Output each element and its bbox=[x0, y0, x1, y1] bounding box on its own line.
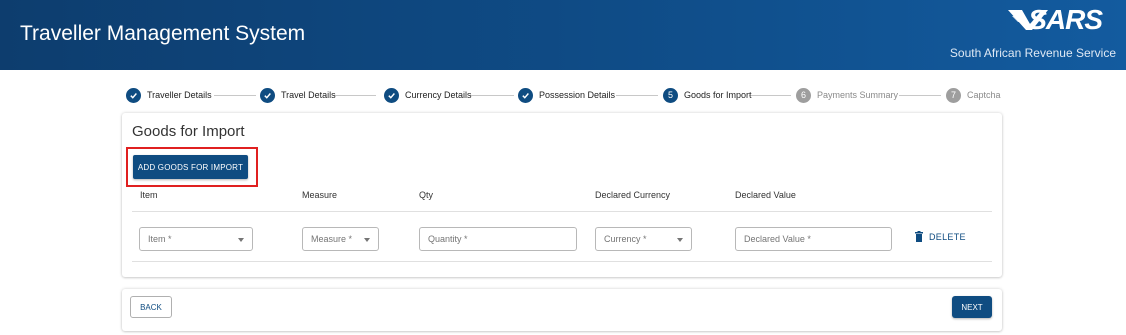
table-row-divider bbox=[132, 261, 992, 262]
step-travel-details[interactable]: Travel Details bbox=[260, 86, 336, 104]
declared-value-input-label: Declared Value * bbox=[744, 234, 811, 244]
step-traveller-details[interactable]: Traveller Details bbox=[126, 86, 212, 104]
step-label: Possession Details bbox=[539, 90, 616, 100]
goods-for-import-card: Goods for Import ADD GOODS FOR IMPORT It… bbox=[122, 113, 1002, 277]
section-title: Goods for Import bbox=[132, 123, 245, 140]
step-connector bbox=[616, 95, 658, 96]
navigation-footer: BACK NEXT bbox=[122, 289, 1002, 331]
add-goods-button[interactable]: ADD GOODS FOR IMPORT bbox=[133, 155, 248, 179]
check-icon bbox=[260, 87, 275, 103]
table-header-divider bbox=[132, 211, 992, 212]
step-connector bbox=[749, 95, 791, 96]
next-button[interactable]: NEXT bbox=[952, 296, 992, 318]
column-header-qty: Qty bbox=[419, 190, 434, 200]
column-header-item: Item bbox=[140, 190, 158, 200]
step-label: Traveller Details bbox=[147, 90, 212, 100]
chevron-down-icon bbox=[364, 238, 370, 242]
app-title: Traveller Management System bbox=[20, 22, 306, 45]
trash-icon bbox=[915, 231, 923, 242]
quantity-input[interactable]: Quantity * bbox=[419, 227, 577, 251]
step-payments-summary[interactable]: 6 Payments Summary bbox=[796, 86, 898, 104]
step-connector bbox=[214, 95, 256, 96]
check-icon bbox=[126, 87, 141, 103]
delete-label: DELETE bbox=[929, 231, 966, 242]
org-name: South African Revenue Service bbox=[949, 46, 1116, 60]
step-possession-details[interactable]: Possession Details bbox=[518, 86, 615, 104]
item-select-label: Item * bbox=[148, 234, 172, 244]
step-label: Payments Summary bbox=[817, 90, 899, 100]
measure-select-label: Measure * bbox=[311, 234, 353, 244]
currency-select-label: Currency * bbox=[604, 234, 647, 244]
quantity-input-label: Quantity * bbox=[428, 234, 468, 244]
step-connector bbox=[334, 95, 376, 96]
item-select[interactable]: Item * bbox=[139, 227, 253, 251]
back-button[interactable]: BACK bbox=[130, 296, 172, 318]
check-icon bbox=[384, 87, 399, 103]
step-goods-for-import[interactable]: 5 Goods for Import bbox=[663, 86, 752, 104]
column-header-measure: Measure bbox=[302, 190, 338, 200]
delete-button[interactable]: DELETE bbox=[915, 231, 966, 242]
step-label: Currency Details bbox=[405, 90, 472, 100]
column-header-declared-value: Declared Value bbox=[735, 190, 796, 200]
step-number: 5 bbox=[663, 87, 678, 103]
step-label: Travel Details bbox=[281, 90, 336, 100]
progress-stepper: Traveller Details Travel Details Currenc… bbox=[126, 86, 1006, 104]
sars-logo: SARS bbox=[1028, 4, 1103, 35]
chevron-down-icon bbox=[238, 238, 244, 242]
app-header: Traveller Management System SARS South A… bbox=[0, 0, 1126, 70]
step-number: 6 bbox=[796, 87, 811, 103]
step-connector bbox=[470, 95, 514, 96]
step-label: Captcha bbox=[967, 90, 1001, 100]
step-captcha[interactable]: 7 Captcha bbox=[946, 86, 1001, 104]
declared-value-input[interactable]: Declared Value * bbox=[735, 227, 892, 251]
measure-select[interactable]: Measure * bbox=[302, 227, 379, 251]
step-label: Goods for Import bbox=[684, 90, 752, 100]
column-header-declared-currency: Declared Currency bbox=[595, 190, 671, 200]
check-icon bbox=[518, 87, 533, 103]
step-currency-details[interactable]: Currency Details bbox=[384, 86, 472, 104]
chevron-down-icon bbox=[677, 238, 683, 242]
currency-select[interactable]: Currency * bbox=[595, 227, 692, 251]
step-number: 7 bbox=[946, 87, 961, 103]
step-connector bbox=[899, 95, 941, 96]
